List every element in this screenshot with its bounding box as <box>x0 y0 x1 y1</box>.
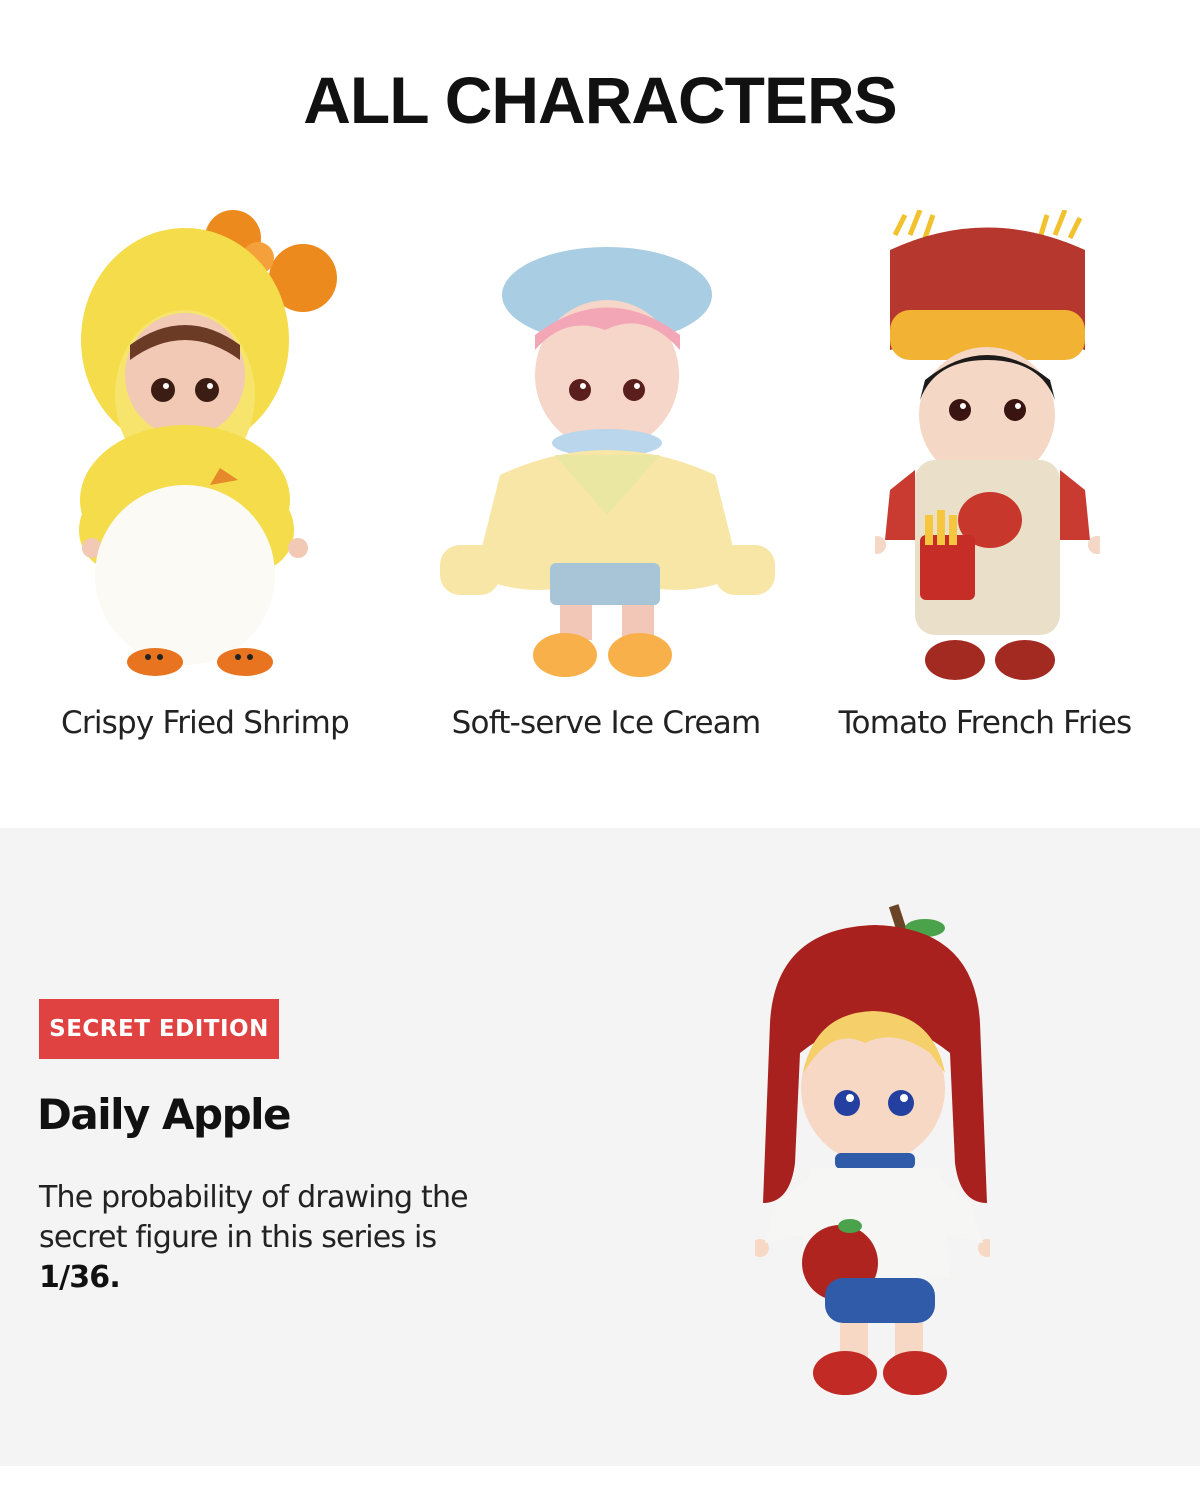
secret-probability-text: The probability of drawing the secret fi… <box>39 1178 499 1298</box>
secret-description: The probability of drawing the secret fi… <box>39 1180 469 1255</box>
doll-red-knit-hat-overalls-icon <box>868 209 1106 680</box>
doll-red-apple-hat-icon <box>751 904 996 1395</box>
secret-probability-value: 1/36. <box>39 1260 121 1295</box>
page-title: ALL CHARACTERS <box>303 63 897 137</box>
figure-soft-serve-ice-cream <box>440 245 775 685</box>
figure-daily-apple <box>751 903 996 1403</box>
doll-yellow-fluffy-hood-icon <box>79 210 337 676</box>
character-name-2: Soft-serve Ice Cream <box>451 705 761 741</box>
secret-edition-badge: SECRET EDITION <box>39 999 279 1059</box>
character-name-1: Crispy Fried Shrimp <box>61 705 350 741</box>
figure-tomato-french-fries <box>868 209 1106 685</box>
secret-character-name: Daily Apple <box>37 1090 292 1139</box>
secret-edition-panel: SECRET EDITION Daily Apple The probabili… <box>0 828 1200 1466</box>
doll-pink-hair-blue-beret-icon <box>440 247 775 677</box>
character-name-3: Tomato French Fries <box>838 705 1132 741</box>
figure-crispy-fried-shrimp <box>70 200 360 690</box>
